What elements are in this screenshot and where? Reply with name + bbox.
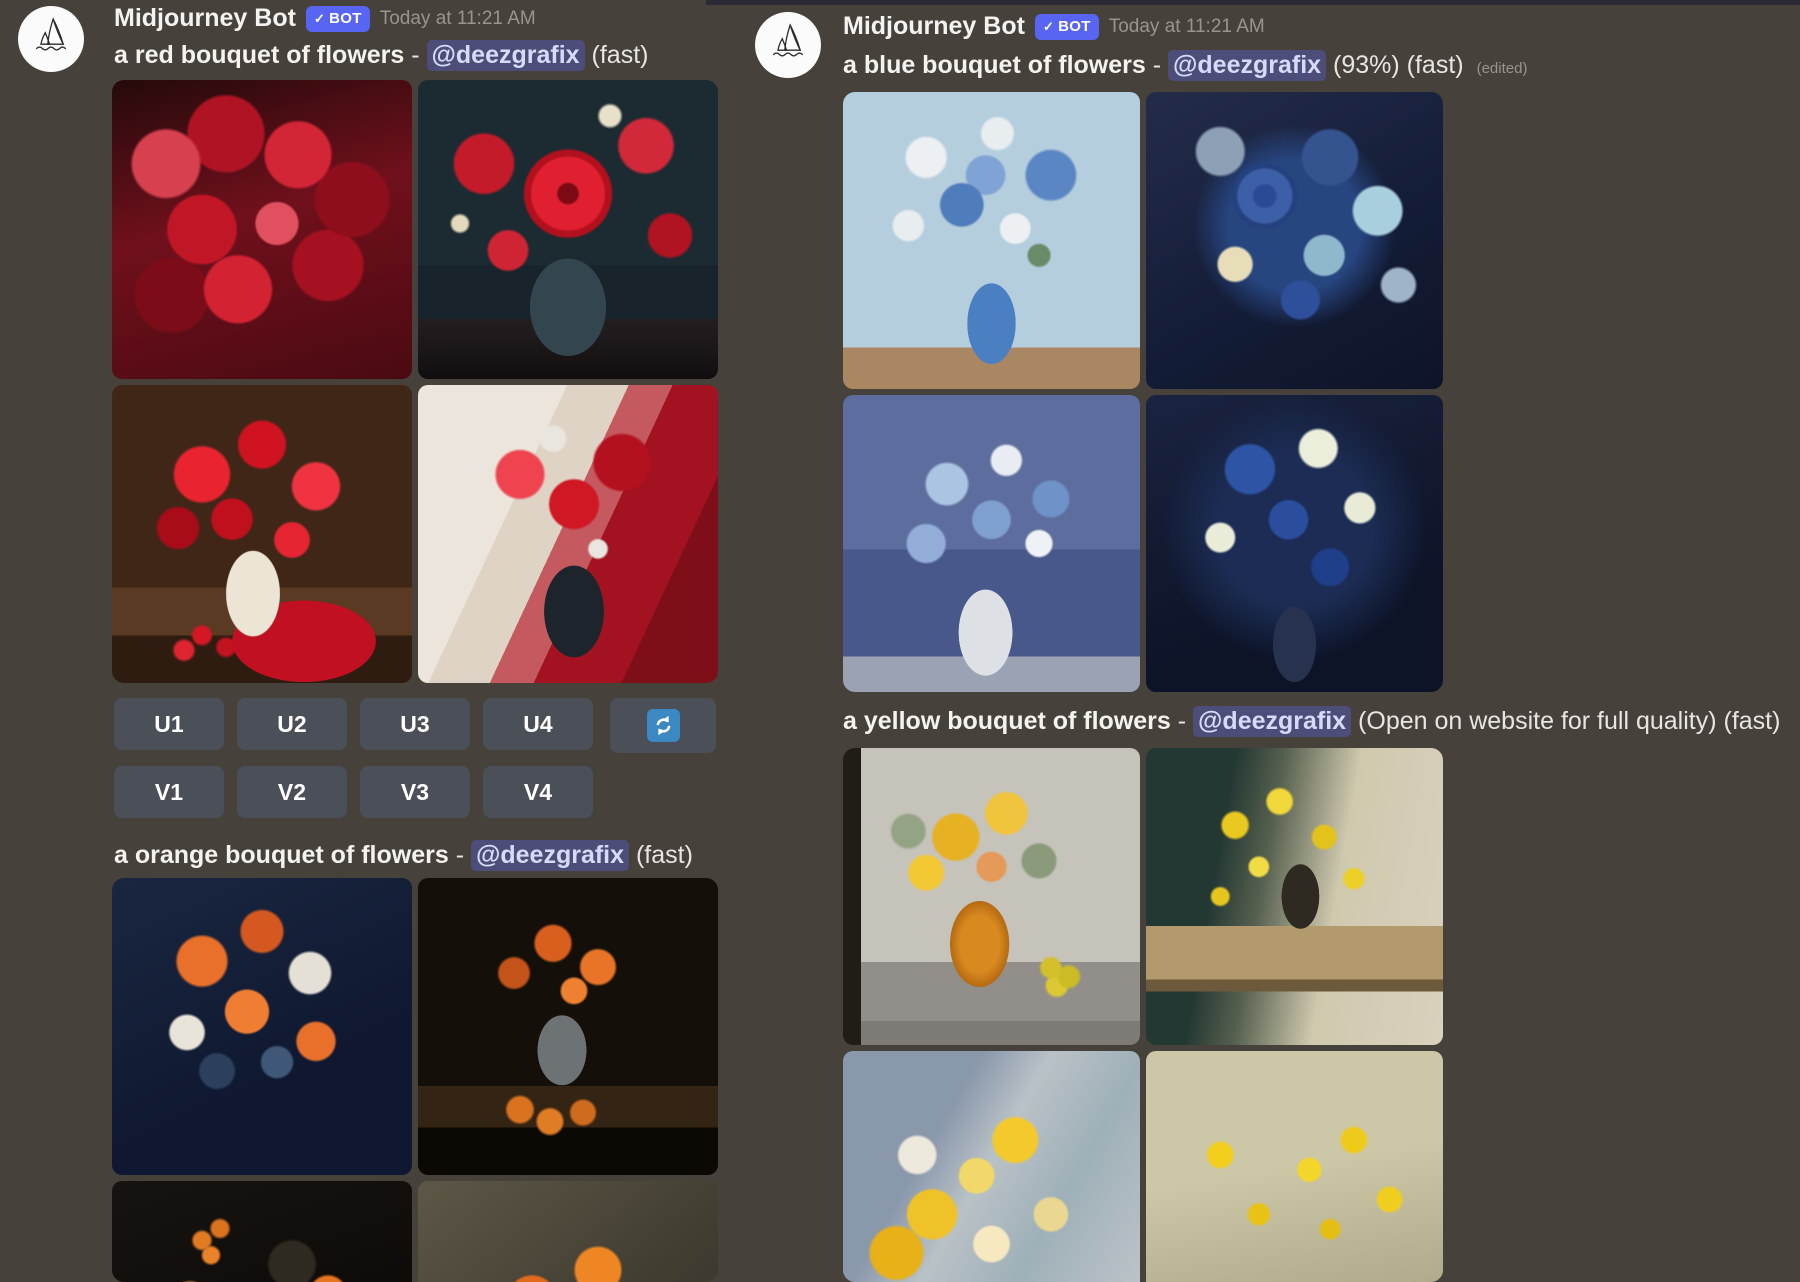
window-top-edge <box>706 0 1800 5</box>
dash: - <box>455 841 465 869</box>
image-grid-orange <box>112 878 718 1282</box>
image-grid-blue <box>843 92 1443 692</box>
image-grid-red <box>112 80 718 683</box>
generated-image[interactable] <box>418 1181 718 1282</box>
generated-image[interactable] <box>843 92 1140 389</box>
variation-button-v1[interactable]: V1 <box>114 766 224 818</box>
sailboat-icon <box>28 14 74 65</box>
generated-image[interactable] <box>418 878 718 1175</box>
generated-image[interactable] <box>843 1051 1140 1282</box>
message-text-orange: a orange bouquet of flowers - @deezgrafi… <box>114 838 693 872</box>
generated-image[interactable] <box>843 748 1140 1045</box>
dash: - <box>1177 707 1187 735</box>
author-name[interactable]: Midjourney Bot <box>843 12 1025 41</box>
reroll-button[interactable] <box>610 698 716 753</box>
counterclockwise-arrows-icon <box>646 709 680 742</box>
verified-check-icon: ✓ <box>1042 18 1055 34</box>
dash: - <box>1152 51 1162 79</box>
generated-image[interactable] <box>112 80 412 379</box>
message-timestamp: Today at 11:21 AM <box>379 7 536 29</box>
message-text-red: a red bouquet of flowers - @deezgrafix (… <box>114 38 648 72</box>
prompt-text: a blue bouquet of flowers <box>843 51 1146 79</box>
upscale-button-u4[interactable]: U4 <box>483 698 593 750</box>
dash: - <box>411 41 420 69</box>
prompt-text: a orange bouquet of flowers <box>114 841 449 869</box>
bot-badge: ✓ BOT <box>1034 13 1099 40</box>
upscale-button-u3[interactable]: U3 <box>360 698 470 750</box>
image-grid-yellow <box>843 748 1443 1282</box>
message-timestamp: Today at 11:21 AM <box>1108 15 1265 37</box>
sailboat-icon <box>765 20 811 71</box>
quality-suffix: (Open on website for full quality) (fast… <box>1358 707 1781 735</box>
generated-image[interactable] <box>418 80 718 379</box>
variation-button-v2[interactable]: V2 <box>237 766 347 818</box>
generated-image[interactable] <box>112 384 412 683</box>
user-mention[interactable]: @deezgrafix <box>426 40 585 71</box>
upscale-button-u2[interactable]: U2 <box>237 698 347 750</box>
bot-badge: ✓ BOT <box>305 5 370 32</box>
message-text-yellow: a yellow bouquet of flowers - @deezgrafi… <box>843 704 1800 738</box>
upscale-button-u1[interactable]: U1 <box>114 698 224 750</box>
avatar[interactable] <box>18 6 84 72</box>
user-mention[interactable]: @deezgrafix <box>470 840 630 871</box>
prompt-text: a yellow bouquet of flowers <box>843 707 1171 735</box>
generated-image[interactable] <box>112 1181 412 1282</box>
variation-button-v3[interactable]: V3 <box>360 766 470 818</box>
verified-check-icon: ✓ <box>313 10 326 26</box>
message-text-blue: a blue bouquet of flowers - @deezgrafix … <box>843 48 1527 86</box>
generated-image[interactable] <box>1146 1051 1443 1282</box>
generated-image[interactable] <box>1146 748 1443 1045</box>
prompt-text: a red bouquet of flowers <box>114 41 405 69</box>
generated-image[interactable] <box>418 384 718 683</box>
variation-button-v4[interactable]: V4 <box>483 766 593 818</box>
generated-image[interactable] <box>1146 395 1443 692</box>
generated-image[interactable] <box>112 878 412 1175</box>
user-mention[interactable]: @deezgrafix <box>1193 706 1352 737</box>
generated-image[interactable] <box>843 395 1140 692</box>
progress-suffix: (93%) (fast) <box>1333 51 1464 79</box>
mode-suffix: (fast) <box>591 41 649 69</box>
edited-label: (edited) <box>1476 60 1528 77</box>
author-name[interactable]: Midjourney Bot <box>114 4 296 33</box>
mode-suffix: (fast) <box>635 841 693 869</box>
avatar[interactable] <box>755 12 821 78</box>
user-mention[interactable]: @deezgrafix <box>1168 50 1327 81</box>
generated-image[interactable] <box>1146 92 1443 389</box>
